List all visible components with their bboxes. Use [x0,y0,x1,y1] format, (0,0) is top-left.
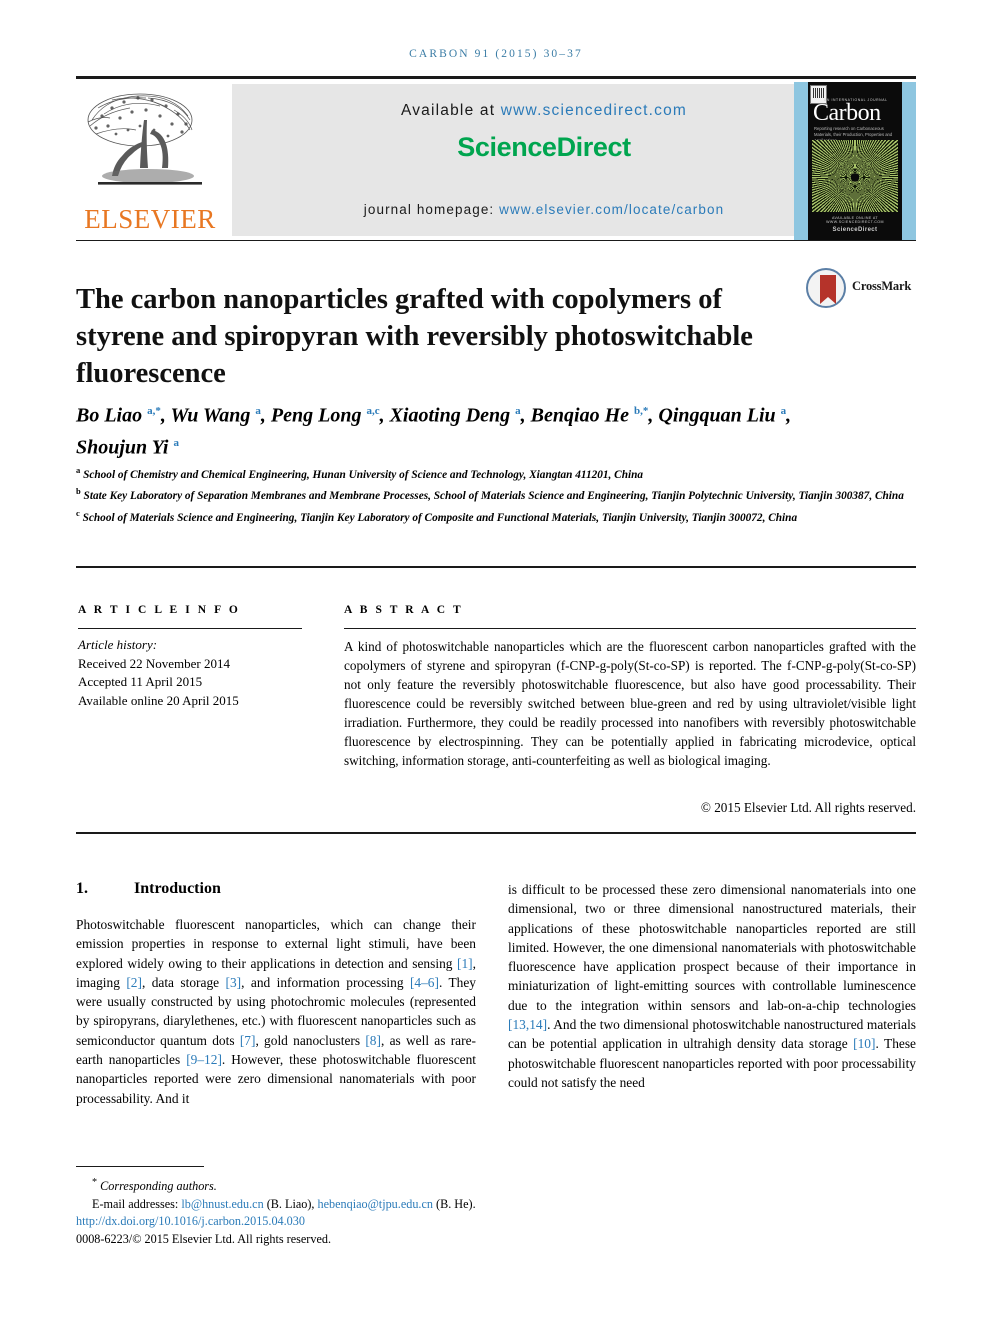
cover-footer-line2: ScienceDirect [832,227,878,233]
sciencedirect-band: Available at www.sciencedirect.com Scien… [232,84,856,236]
body-column-left: Photoswitchable fluorescent nanoparticle… [76,917,477,1106]
elsevier-logo: ELSEVIER [76,82,224,240]
affiliation-a: a School of Chemistry and Chemical Engin… [76,465,644,481]
footnote-rule [76,1166,204,1167]
affiliation-list: a School of Chemistry and Chemical Engin… [76,462,916,526]
article-available-online-date: Available online 20 April 2015 [78,692,239,708]
abstract-copyright: © 2015 Elsevier Ltd. All rights reserved… [700,800,916,815]
journal-cover-thumbnail[interactable]: AN INTERNATIONAL JOURNAL Carbon Reportin… [794,82,916,240]
journal-cover-inner: AN INTERNATIONAL JOURNAL Carbon Reportin… [808,82,902,240]
cover-footer: AVAILABLE ONLINE AT WWW.SCIENCEDIRECT.CO… [808,216,902,233]
page-footer: * Corresponding authors. E-mail addresse… [76,1174,516,1248]
sciencedirect-logo[interactable]: ScienceDirect [232,132,856,163]
affiliation-b: b State Key Laboratory of Separation Mem… [76,486,904,503]
available-at-line: Available at www.sciencedirect.com [232,102,856,120]
abstract-rule [344,628,916,629]
journal-article-page: CARBON 91 (2015) 30–37 ELSEVIER Availabl… [0,0,992,1323]
section-title: Introduction [134,880,221,897]
crossmark-ribbon-icon [820,275,836,304]
crossmark-circle-icon [806,268,846,308]
abstract-block-bottom-rule [76,832,916,835]
affiliation-c: c School of Materials Science and Engine… [76,507,798,524]
masthead-bottom-rule [76,240,916,242]
sciencedirect-url[interactable]: www.sciencedirect.com [501,102,687,119]
article-history: Article history: Received 22 November 20… [78,636,308,710]
email-addresses-note: E-mail addresses: lb@hnust.edu.cn (B. Li… [92,1196,476,1211]
journal-homepage-label: journal homepage: [363,202,495,217]
body-column-right: is difficult to be processed these zero … [508,882,916,1090]
crossmark-badge[interactable]: CrossMark [806,266,916,312]
masthead-top-rule [76,76,916,79]
crossmark-label: CrossMark [852,279,912,293]
elsevier-wordmark: ELSEVIER [84,204,216,234]
sciencedirect-logo-science: Science [457,132,557,162]
elsevier-tree-icon [87,93,202,185]
doi-link[interactable]: http://dx.doi.org/10.1016/j.carbon.2015.… [76,1213,516,1231]
article-info-heading: A R T I C L E I N F O [78,604,241,616]
cover-title: Carbon [813,100,881,126]
author-line-2: Shoujun Yi a [76,436,179,459]
cover-footer-line1: AVAILABLE ONLINE AT WWW.SCIENCEDIRECT.CO… [826,216,884,224]
abstract-text: A kind of photoswitchable nanoparticles … [344,639,916,768]
abstract-heading: A B S T R A C T [344,604,464,616]
issn-copyright-line: 0008-6223/© 2015 Elsevier Ltd. All right… [76,1231,331,1246]
running-head: CARBON 91 (2015) 30–37 [409,48,583,60]
author-list: Bo Liao a,*, Wu Wang a, Peng Long a,c, X… [76,398,916,461]
article-accepted-date: Accepted 11 April 2015 [78,674,203,689]
corresponding-authors-note: * Corresponding authors. [92,1177,217,1194]
journal-homepage-line: journal homepage: www.elsevier.com/locat… [232,202,856,217]
sciencedirect-logo-direct: Direct [556,132,632,162]
author-line-1: Bo Liao a,*, Wu Wang a, Peng Long a,c, X… [76,404,792,427]
article-received-date: Received 22 November 2014 [78,655,230,671]
abstract-block-top-rule [76,566,916,569]
article-info-rule [78,628,302,629]
article-history-label: Article history: [78,637,158,652]
available-at-label: Available at [400,102,496,119]
page-title: The carbon nanoparticles grafted with co… [76,284,753,390]
journal-masthead: ELSEVIER Available at www.sciencedirect.… [76,82,916,240]
cover-artwork [812,140,898,212]
journal-homepage-url[interactable]: www.elsevier.com/locate/carbon [499,202,724,217]
section-number: 1. [76,880,88,897]
